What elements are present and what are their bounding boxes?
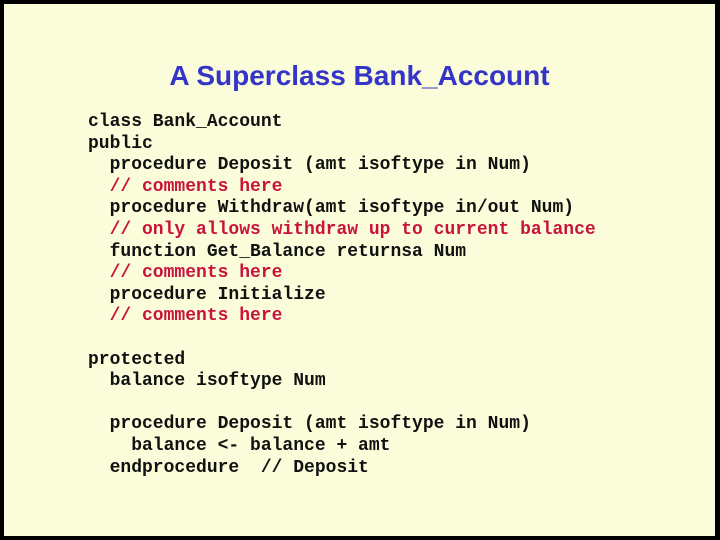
code-comment-line: // comments here (88, 176, 283, 197)
code-comment-line: // comments here (88, 263, 283, 284)
slide: A Superclass Bank_Account class Bank_Acc… (4, 4, 715, 536)
code-line: procedure Deposit (amt isoftype in Num) (88, 414, 531, 435)
code-line: protected (88, 349, 186, 370)
code-line: procedure Deposit (amt isoftype in Num) (88, 155, 531, 176)
code-line: procedure Initialize (88, 284, 326, 305)
code-line: balance <- balance + amt (88, 435, 391, 456)
code-line: public (88, 133, 153, 154)
code-line: balance isoftype Num (88, 371, 326, 392)
code-line: procedure Withdraw(amt isoftype in/out N… (88, 198, 575, 219)
slide-title: A Superclass Bank_Account (169, 60, 550, 91)
code-line: function Get_Balance returnsa Num (88, 241, 467, 262)
code-line: class Bank_Account (88, 112, 283, 132)
code-comment-line: // comments here (88, 306, 283, 327)
code-block: class Bank_Account public procedure Depos… (88, 112, 596, 479)
code-line: endprocedure // Deposit (88, 457, 369, 478)
code-comment-line: // only allows withdraw up to current ba… (88, 219, 596, 240)
